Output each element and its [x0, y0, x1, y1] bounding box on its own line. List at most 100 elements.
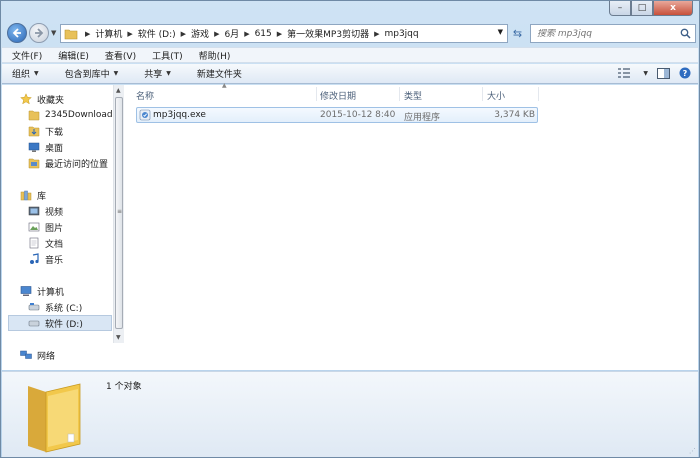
nav-item-label: 图片: [45, 223, 64, 234]
menu-bar: 文件(F) 编辑(E) 查看(V) 工具(T) 帮助(H): [2, 47, 698, 63]
file-list[interactable]: 名称 ▲ 修改日期 类型 大小 mp3jqq.exe 2015-10-12 8:…: [126, 82, 698, 370]
exe-icon: [139, 109, 151, 121]
nav-computer-label: 计算机: [37, 287, 65, 298]
folder-icon: [64, 29, 78, 39]
nav-item-label: 音乐: [45, 255, 64, 266]
grip-icon: ≡: [117, 208, 123, 215]
library-icon: [20, 190, 32, 201]
new-folder-button[interactable]: 新建文件夹: [187, 67, 250, 80]
drive-icon: [28, 320, 40, 327]
star-icon: [20, 93, 32, 105]
include-in-library-label: 包含到库中: [64, 70, 110, 80]
downloads-folder-icon: [28, 126, 40, 137]
nav-item-label: 桌面: [45, 143, 64, 154]
nav-favorites-label: 收藏夹: [37, 95, 65, 106]
nav-item-label: 最近访问的位置: [45, 159, 109, 170]
breadcrumb-games[interactable]: 游戏: [191, 27, 209, 40]
maximize-button[interactable]: □: [631, 1, 653, 16]
scroll-thumb[interactable]: ≡: [115, 97, 123, 329]
menu-file[interactable]: 文件(F): [2, 49, 48, 62]
column-type[interactable]: 类型: [404, 89, 422, 102]
breadcrumb-615[interactable]: 615: [255, 29, 272, 39]
close-button[interactable]: x: [653, 1, 693, 16]
view-options-icon[interactable]: [617, 67, 631, 79]
nav-item-label: 软件 (D:): [45, 319, 83, 330]
resize-grip-icon[interactable]: ⋰: [689, 447, 696, 455]
breadcrumb-separator[interactable]: ▶: [277, 30, 282, 38]
menu-view[interactable]: 查看(V): [95, 49, 142, 62]
sort-arrow-icon: ▲: [222, 82, 227, 89]
column-divider[interactable]: [482, 87, 483, 101]
nav-item-label: 视频: [45, 207, 64, 218]
share-button[interactable]: 共享 ▼: [134, 67, 179, 80]
file-modified: 2015-10-12 8:40: [320, 110, 396, 120]
folder-icon: [28, 383, 81, 453]
chevron-down-icon: ▼: [34, 70, 39, 77]
column-divider[interactable]: [399, 87, 400, 101]
minimize-button[interactable]: –: [609, 1, 631, 16]
chevron-down-icon: ▼: [113, 70, 119, 77]
nav-network[interactable]: 网络: [20, 347, 130, 363]
documents-icon: [29, 237, 39, 249]
chevron-down-icon: ▼: [166, 70, 171, 77]
column-headers: 名称 ▲ 修改日期 类型 大小: [126, 82, 698, 103]
search-box[interactable]: [530, 24, 696, 43]
preview-pane-icon[interactable]: [656, 67, 670, 79]
recent-places-icon: [28, 158, 40, 169]
nav-item-label: 下载: [45, 127, 64, 138]
breadcrumb-separator[interactable]: ▶: [244, 30, 249, 38]
column-divider[interactable]: [316, 87, 317, 101]
nav-scrollbar[interactable]: ▲ ≡ ▼: [113, 85, 124, 343]
nav-network-label: 网络: [37, 351, 56, 362]
scroll-up-icon[interactable]: ▲: [116, 87, 121, 94]
organize-label: 组织: [12, 70, 31, 80]
scroll-down-icon[interactable]: ▼: [116, 334, 121, 341]
navigation-pane[interactable]: 收藏夹 2345Downloads 下载 桌面 最近访问的位置 库 视频 图片 …: [2, 85, 117, 370]
address-dropdown-icon[interactable]: ▼: [498, 28, 503, 36]
folder-icon: [28, 110, 40, 121]
column-size[interactable]: 大小: [487, 89, 505, 102]
nav-item-label: 2345Downloads: [45, 110, 118, 120]
menu-edit[interactable]: 编辑(E): [48, 49, 95, 62]
search-input[interactable]: [537, 28, 677, 39]
breadcrumb-mp3-cutter[interactable]: 第一效果MP3剪切器: [287, 27, 369, 40]
help-icon[interactable]: ?: [678, 67, 692, 79]
details-pane: 1 个对象 ⋰: [2, 371, 698, 457]
breadcrumb-separator[interactable]: ▶: [374, 30, 379, 38]
column-modified[interactable]: 修改日期: [320, 89, 356, 102]
file-row[interactable]: mp3jqq.exe 2015-10-12 8:40 应用程序 3,374 KB: [136, 107, 538, 123]
nav-item-label: 文档: [45, 239, 64, 250]
file-size: 3,374 KB: [494, 110, 535, 120]
view-dropdown-icon[interactable]: ▼: [643, 70, 648, 77]
organize-button[interactable]: 组织 ▼: [2, 67, 47, 80]
command-bar: 组织 ▼ 包含到库中 ▼ 共享 ▼ 新建文件夹 ▼ ?: [2, 64, 698, 84]
drive-icon: [28, 303, 40, 311]
search-icon[interactable]: [680, 28, 691, 39]
file-type: 应用程序: [404, 113, 441, 123]
include-in-library-button[interactable]: 包含到库中 ▼: [55, 67, 127, 80]
navigation-row: ▼ ▶ 计算机 ▶ 软件 (D:) ▶ 游戏 ▶ 6月 ▶ 615 ▶ 第一效果…: [5, 23, 696, 45]
breadcrumb-separator[interactable]: ▶: [85, 30, 90, 38]
address-bar[interactable]: ▶ 计算机 ▶ 软件 (D:) ▶ 游戏 ▶ 6月 ▶ 615 ▶ 第一效果MP…: [60, 24, 508, 43]
column-divider[interactable]: [538, 87, 539, 101]
view-controls: ▼ ?: [617, 67, 692, 79]
breadcrumb-computer[interactable]: 计算机: [95, 27, 122, 40]
nav-item-drive-d[interactable]: 软件 (D:): [8, 315, 112, 331]
menu-help[interactable]: 帮助(H): [189, 49, 237, 62]
breadcrumb-separator[interactable]: ▶: [214, 30, 219, 38]
breadcrumb-drive-d[interactable]: 软件 (D:): [138, 27, 176, 40]
new-folder-label: 新建文件夹: [196, 70, 242, 80]
column-name[interactable]: 名称: [136, 89, 154, 102]
menu-tools[interactable]: 工具(T): [142, 49, 189, 62]
refresh-icon: ⇆: [512, 27, 523, 40]
breadcrumb-june[interactable]: 6月: [224, 27, 239, 40]
breadcrumb-separator[interactable]: ▶: [127, 30, 132, 38]
arrow-left-icon: [12, 28, 21, 38]
forward-button[interactable]: [29, 23, 49, 43]
breadcrumb-separator[interactable]: ▶: [181, 30, 186, 38]
refresh-button[interactable]: ⇆: [510, 24, 525, 43]
caption-buttons: – □ x: [609, 1, 693, 16]
breadcrumb-mp3jqq[interactable]: mp3jqq: [384, 29, 418, 39]
recent-pages-dropdown[interactable]: ▼: [51, 29, 56, 37]
back-button[interactable]: [7, 23, 27, 43]
